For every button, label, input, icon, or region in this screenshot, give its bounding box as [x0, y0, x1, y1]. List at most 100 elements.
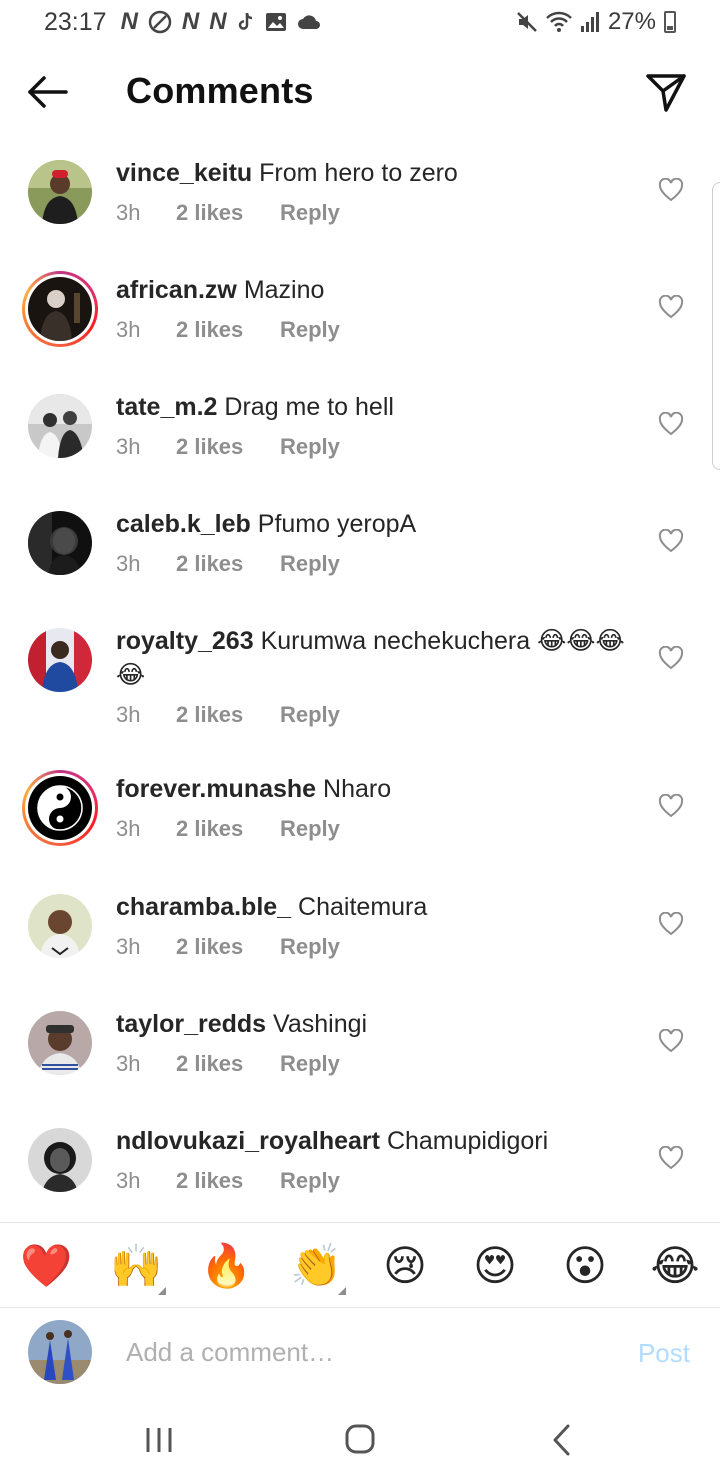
emoji-clapping-hands[interactable]: 👏 — [290, 1241, 342, 1291]
comment-time: 3h — [116, 702, 141, 727]
avatar-image — [28, 277, 92, 341]
page-title: Comments — [126, 70, 314, 111]
comment-username[interactable]: charamba.ble_ — [116, 893, 291, 921]
post-button[interactable]: Post — [638, 1338, 690, 1369]
comment-item: royalty_263 Kurumwa nechekuchera 😂😂😂😂 3h… — [0, 618, 720, 766]
heart-icon[interactable] — [658, 794, 684, 818]
back-arrow-icon[interactable] — [24, 70, 72, 114]
emoji-fire[interactable]: 🔥 — [200, 1241, 252, 1291]
emoji-crying-face[interactable]: 😢 — [380, 1241, 430, 1291]
avatar-image — [28, 1011, 92, 1075]
avatar-image — [28, 160, 92, 224]
emoji-raising-hands[interactable]: 🙌 — [110, 1241, 162, 1291]
status-left: 23:17 N N N — [44, 8, 321, 37]
heart-icon[interactable] — [658, 178, 684, 202]
reply-button[interactable]: Reply — [280, 702, 340, 728]
comment-username[interactable]: royalty_263 — [116, 627, 254, 655]
avatar[interactable] — [28, 628, 92, 692]
avatar[interactable] — [28, 160, 92, 224]
emoji-heart-eyes[interactable]: 😍 — [470, 1241, 520, 1291]
comment-likes[interactable]: 2 likes — [176, 551, 280, 577]
wifi-icon — [546, 11, 572, 32]
comment-likes[interactable]: 2 likes — [176, 317, 280, 343]
comment-composer: Post — [0, 1308, 720, 1400]
comment-likes[interactable]: 2 likes — [176, 200, 280, 226]
home-icon[interactable] — [340, 1422, 380, 1458]
heart-icon[interactable] — [658, 412, 684, 436]
comment-username[interactable]: tate_m.2 — [116, 393, 217, 421]
comment-meta: 3h 2 likes Reply — [116, 434, 340, 460]
reply-button[interactable]: Reply — [280, 551, 340, 577]
comment-likes[interactable]: 2 likes — [176, 1051, 280, 1077]
notification-n-icon: N — [181, 8, 200, 35]
avatar-image — [28, 628, 92, 692]
comment-time: 3h — [116, 317, 141, 342]
avatar[interactable] — [28, 394, 92, 458]
comment-meta: 3h 2 likes Reply — [116, 934, 340, 960]
recent-apps-icon[interactable] — [140, 1422, 180, 1458]
comment-username[interactable]: caleb.k_leb — [116, 510, 251, 538]
reply-button[interactable]: Reply — [280, 816, 340, 842]
emoji-surprised-face[interactable]: 😮 — [560, 1241, 610, 1291]
reply-button[interactable]: Reply — [280, 1051, 340, 1077]
avatar[interactable] — [22, 271, 98, 347]
comment-likes[interactable]: 2 likes — [176, 702, 280, 728]
reply-button[interactable]: Reply — [280, 317, 340, 343]
comment-input[interactable] — [126, 1330, 606, 1374]
comment-text: taylor_redds Vashingi — [116, 1007, 626, 1041]
avatar[interactable] — [28, 1011, 92, 1075]
status-right: 27% — [516, 8, 676, 36]
avatar-image — [28, 1128, 92, 1192]
comment-text: vince_keitu From hero to zero — [116, 156, 626, 190]
comment-item: forever.munashe Nharo 3h 2 likes Reply — [0, 766, 720, 884]
comment-meta: 3h 2 likes Reply — [116, 702, 340, 728]
avatar[interactable] — [22, 770, 98, 846]
comment-text: african.zw Mazino — [116, 273, 626, 307]
comment-text: forever.munashe Nharo — [116, 772, 626, 806]
comment-likes[interactable]: 2 likes — [176, 1168, 280, 1194]
avatar[interactable] — [28, 511, 92, 575]
comment-body: From hero to zero — [259, 159, 458, 187]
back-nav-icon[interactable] — [542, 1422, 582, 1458]
heart-icon[interactable] — [658, 912, 684, 936]
heart-icon[interactable] — [658, 646, 684, 670]
comment-username[interactable]: african.zw — [116, 276, 237, 304]
comment-likes[interactable]: 2 likes — [176, 434, 280, 460]
comment-username[interactable]: taylor_redds — [116, 1010, 266, 1038]
reply-button[interactable]: Reply — [280, 200, 340, 226]
comment-username[interactable]: vince_keitu — [116, 159, 252, 187]
comment-likes[interactable]: 2 likes — [176, 934, 280, 960]
heart-icon[interactable] — [658, 1029, 684, 1053]
comment-likes[interactable]: 2 likes — [176, 816, 280, 842]
comment-time: 3h — [116, 934, 141, 959]
reply-button[interactable]: Reply — [280, 434, 340, 460]
skin-tone-indicator-icon — [158, 1287, 166, 1295]
reply-button[interactable]: Reply — [280, 1168, 340, 1194]
tiktok-icon — [238, 12, 252, 30]
comment-body: Nharo — [323, 775, 392, 803]
comment-item: vince_keitu From hero to zero 3h 2 likes… — [0, 150, 720, 267]
comment-meta: 3h 2 likes Reply — [116, 551, 340, 577]
emoji-tears-of-joy[interactable]: 😂 — [650, 1241, 700, 1291]
comment-item: charamba.ble_ Chaitemura 3h 2 likes Repl… — [0, 884, 720, 1001]
comment-list: vince_keitu From hero to zero 3h 2 likes… — [0, 150, 720, 1220]
battery-icon — [664, 11, 676, 33]
send-icon[interactable] — [644, 70, 688, 114]
reply-button[interactable]: Reply — [280, 934, 340, 960]
heart-icon[interactable] — [658, 529, 684, 553]
gallery-icon — [265, 13, 286, 31]
comment-text: charamba.ble_ Chaitemura — [116, 890, 626, 924]
heart-icon[interactable] — [658, 1146, 684, 1170]
emoji-red-heart[interactable]: ❤️ — [20, 1241, 72, 1291]
avatar[interactable] — [28, 894, 92, 958]
comment-item: tate_m.2 Drag me to hell 3h 2 likes Repl… — [0, 384, 720, 501]
comment-meta: 3h 2 likes Reply — [116, 200, 340, 226]
comment-username[interactable]: ndlovukazi_royalheart — [116, 1127, 380, 1155]
comment-body: Vashingi — [273, 1010, 368, 1038]
avatar[interactable] — [28, 1128, 92, 1192]
comment-text: ndlovukazi_royalheart Chamupidigori — [116, 1124, 626, 1158]
comment-username[interactable]: forever.munashe — [116, 775, 316, 803]
comment-text: caleb.k_leb Pfumo yeropA — [116, 507, 626, 541]
heart-icon[interactable] — [658, 295, 684, 319]
comment-item: african.zw Mazino 3h 2 likes Reply — [0, 267, 720, 384]
